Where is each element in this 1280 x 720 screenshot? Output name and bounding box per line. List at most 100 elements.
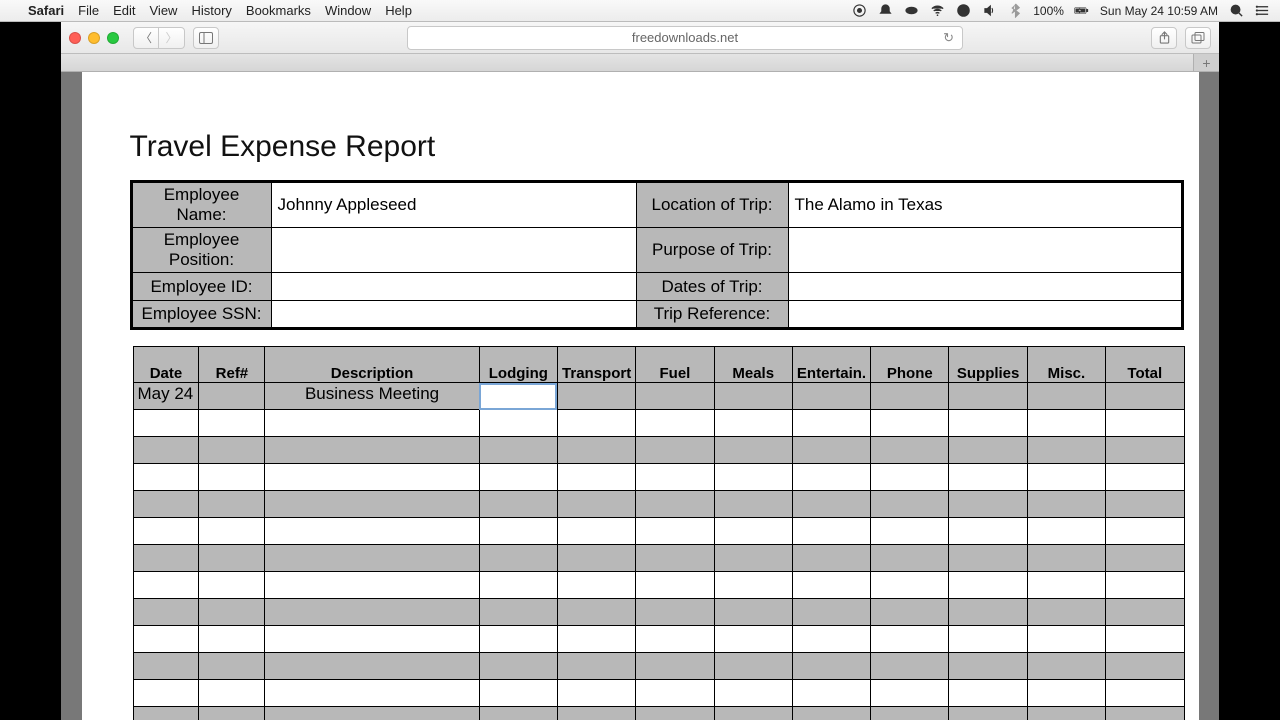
- cell-lodging[interactable]: [479, 545, 557, 572]
- cell-misc[interactable]: [1027, 383, 1105, 410]
- cell-lodging[interactable]: [479, 437, 557, 464]
- cell-phone[interactable]: [871, 464, 949, 491]
- cell-phone[interactable]: [871, 626, 949, 653]
- cell-entertain[interactable]: [792, 707, 870, 720]
- cell-date[interactable]: [133, 491, 199, 518]
- cell-total[interactable]: [1106, 653, 1184, 680]
- cell-ref[interactable]: [199, 626, 265, 653]
- tabs-button[interactable]: [1185, 27, 1211, 49]
- cell-lodging[interactable]: [479, 410, 557, 437]
- cell-transport[interactable]: [557, 545, 635, 572]
- cell-fuel[interactable]: [636, 653, 714, 680]
- cell-ref[interactable]: [199, 545, 265, 572]
- cell-date[interactable]: [133, 707, 199, 720]
- cell-lodging[interactable]: [479, 572, 557, 599]
- cell-meals[interactable]: [714, 383, 792, 410]
- cell-desc[interactable]: [265, 707, 479, 720]
- cell-meals[interactable]: [714, 572, 792, 599]
- info-input[interactable]: [271, 228, 636, 273]
- cell-date[interactable]: [133, 572, 199, 599]
- cell-entertain[interactable]: [792, 491, 870, 518]
- cell-entertain[interactable]: [792, 518, 870, 545]
- cell-transport[interactable]: [557, 680, 635, 707]
- cell-desc[interactable]: [265, 410, 479, 437]
- cell-transport[interactable]: [557, 410, 635, 437]
- cell-date[interactable]: [133, 599, 199, 626]
- cell-ref[interactable]: [199, 437, 265, 464]
- cell-misc[interactable]: [1027, 599, 1105, 626]
- cell-entertain[interactable]: [792, 653, 870, 680]
- cell-fuel[interactable]: [636, 572, 714, 599]
- cell-desc[interactable]: [265, 599, 479, 626]
- wifi-icon[interactable]: [929, 3, 945, 19]
- cell-entertain[interactable]: [792, 464, 870, 491]
- info-input[interactable]: Johnny Appleseed: [271, 182, 636, 228]
- notifications-icon[interactable]: [877, 3, 893, 19]
- cell-phone[interactable]: [871, 707, 949, 720]
- cell-entertain[interactable]: [792, 545, 870, 572]
- cell-desc[interactable]: [265, 437, 479, 464]
- cell-ref[interactable]: [199, 491, 265, 518]
- cell-phone[interactable]: [871, 572, 949, 599]
- cell-transport[interactable]: [557, 383, 635, 410]
- cell-entertain[interactable]: [792, 572, 870, 599]
- new-tab-button[interactable]: +: [1193, 54, 1219, 71]
- menu-view[interactable]: View: [150, 3, 178, 18]
- back-button[interactable]: 〈: [133, 27, 159, 49]
- forward-button[interactable]: 〉: [159, 27, 185, 49]
- cell-lodging[interactable]: [479, 599, 557, 626]
- menu-window[interactable]: Window: [325, 3, 371, 18]
- record-icon[interactable]: [851, 3, 867, 19]
- cell-meals[interactable]: [714, 599, 792, 626]
- cell-misc[interactable]: [1027, 545, 1105, 572]
- cell-supplies[interactable]: [949, 572, 1027, 599]
- cell-total[interactable]: [1106, 572, 1184, 599]
- cell-entertain[interactable]: [792, 383, 870, 410]
- cell-ref[interactable]: [199, 707, 265, 720]
- cell-supplies[interactable]: [949, 491, 1027, 518]
- cell-desc[interactable]: [265, 464, 479, 491]
- menu-bookmarks[interactable]: Bookmarks: [246, 3, 311, 18]
- cell-misc[interactable]: [1027, 707, 1105, 720]
- cell-lodging[interactable]: [479, 653, 557, 680]
- cell-fuel[interactable]: [636, 626, 714, 653]
- cell-misc[interactable]: [1027, 464, 1105, 491]
- cell-fuel[interactable]: [636, 707, 714, 720]
- cell-desc[interactable]: [265, 680, 479, 707]
- cell-meals[interactable]: [714, 653, 792, 680]
- cell-misc[interactable]: [1027, 572, 1105, 599]
- cell-lodging[interactable]: [479, 383, 557, 410]
- cell-transport[interactable]: [557, 437, 635, 464]
- cell-lodging[interactable]: [479, 680, 557, 707]
- cell-total[interactable]: [1106, 437, 1184, 464]
- cell-supplies[interactable]: [949, 599, 1027, 626]
- cell-lodging[interactable]: [479, 518, 557, 545]
- cell-phone[interactable]: [871, 545, 949, 572]
- cell-date[interactable]: [133, 464, 199, 491]
- minimize-button[interactable]: [88, 32, 100, 44]
- reload-icon[interactable]: ↻: [943, 30, 954, 46]
- cell-supplies[interactable]: [949, 383, 1027, 410]
- cell-transport[interactable]: [557, 707, 635, 720]
- clock[interactable]: Sun May 24 10:59 AM: [1100, 4, 1218, 18]
- cell-ref[interactable]: [199, 383, 265, 410]
- cell-fuel[interactable]: [636, 599, 714, 626]
- menu-extras-icon[interactable]: [903, 3, 919, 19]
- cell-phone[interactable]: [871, 437, 949, 464]
- spotlight-icon[interactable]: [1228, 3, 1244, 19]
- cell-fuel[interactable]: [636, 545, 714, 572]
- cell-desc[interactable]: [265, 572, 479, 599]
- cell-phone[interactable]: [871, 410, 949, 437]
- cell-phone[interactable]: [871, 680, 949, 707]
- info-input[interactable]: [271, 273, 636, 301]
- cell-misc[interactable]: [1027, 491, 1105, 518]
- cell-transport[interactable]: [557, 626, 635, 653]
- menu-file[interactable]: File: [78, 3, 99, 18]
- cell-lodging[interactable]: [479, 707, 557, 720]
- address-bar[interactable]: freedownloads.net ↻: [407, 26, 963, 50]
- notification-center-icon[interactable]: [1254, 3, 1270, 19]
- cell-desc[interactable]: [265, 653, 479, 680]
- cell-meals[interactable]: [714, 491, 792, 518]
- info-input[interactable]: [788, 273, 1182, 301]
- cell-transport[interactable]: [557, 572, 635, 599]
